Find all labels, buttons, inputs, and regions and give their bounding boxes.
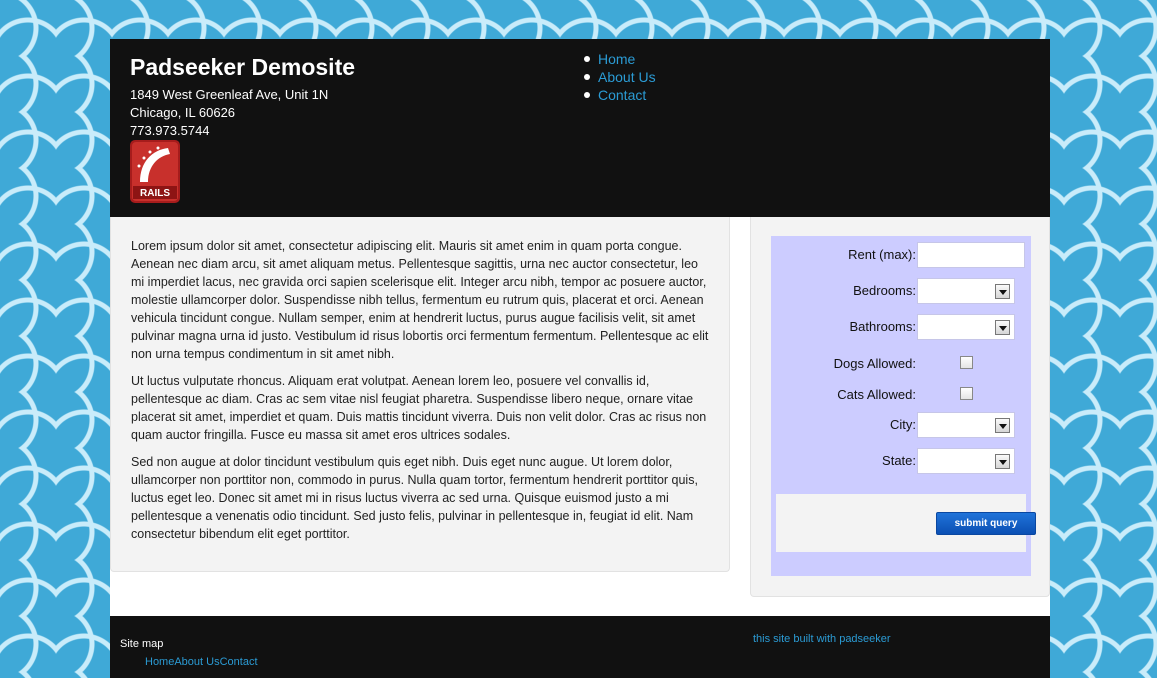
dropdown-arrow-icon [995, 320, 1010, 335]
content-paragraph: Sed non augue at dolor tincidunt vestibu… [131, 455, 698, 541]
content-paragraph: Lorem ipsum dolor sit amet, consectetur … [131, 239, 709, 361]
cats-row: Cats Allowed: [771, 386, 1031, 412]
bedrooms-label: Bedrooms: [853, 283, 916, 298]
submit-query-button[interactable]: submit query [936, 512, 1036, 535]
nav-item-contact: Contact [581, 86, 656, 104]
submit-area: submit query [776, 494, 1036, 552]
city-label: City: [890, 417, 916, 432]
rent-input[interactable] [917, 242, 1025, 268]
address-line-1: 1849 West Greenleaf Ave, Unit 1N [130, 87, 329, 102]
rails-logo-text: RAILS [140, 188, 170, 199]
address-line-2: Chicago, IL 60626 [130, 105, 236, 120]
rent-row: Rent (max): [771, 242, 1031, 268]
bathrooms-row: Bathrooms: [771, 314, 1031, 340]
phone-number: 773.973.5744 [130, 123, 210, 138]
bedrooms-select[interactable] [917, 278, 1015, 304]
sidebar: Rent (max): Bedrooms: Bathrooms: Dogs Al… [750, 217, 1050, 597]
dropdown-arrow-icon [995, 418, 1010, 433]
nav-link-about-us[interactable]: About Us [598, 69, 656, 85]
content-paragraph: Ut luctus vulputate rhoncus. Aliquam era… [131, 374, 707, 442]
city-select[interactable] [917, 412, 1015, 438]
search-form: Rent (max): Bedrooms: Bathrooms: Dogs Al… [771, 236, 1036, 576]
page-container: Padseeker Demosite 1849 West Greenleaf A… [110, 39, 1050, 678]
sitemap-title: Site map [120, 638, 164, 650]
site-header: Padseeker Demosite 1849 West Greenleaf A… [110, 39, 1050, 217]
bedrooms-row: Bedrooms: [771, 278, 1031, 304]
dropdown-arrow-icon [995, 454, 1010, 469]
footer-links: HomeAbout UsContact [145, 656, 258, 668]
site-footer: Site map HomeAbout UsContact this site b… [110, 616, 1050, 678]
state-row: State: [771, 448, 1031, 474]
cats-allowed-label: Cats Allowed: [837, 387, 916, 402]
footer-link-contact[interactable]: Contact [220, 656, 258, 668]
dogs-allowed-label: Dogs Allowed: [833, 356, 916, 371]
city-row: City: [771, 412, 1031, 438]
dropdown-arrow-icon [995, 284, 1010, 299]
state-select[interactable] [917, 448, 1015, 474]
nav-link-home[interactable]: Home [598, 51, 635, 67]
main-content: Lorem ipsum dolor sit amet, consectetur … [110, 217, 730, 572]
footer-link-home[interactable]: Home [145, 656, 174, 668]
nav-item-home: Home [581, 50, 656, 68]
nav-item-about-us: About Us [581, 68, 656, 86]
bathrooms-label: Bathrooms: [849, 319, 916, 334]
site-credit-link[interactable]: this site built with padseeker [753, 633, 891, 645]
dogs-allowed-checkbox[interactable] [960, 356, 973, 369]
dogs-row: Dogs Allowed: [771, 355, 1031, 381]
state-label: State: [882, 453, 916, 468]
main-nav: Home About Us Contact [581, 50, 656, 104]
cats-allowed-checkbox[interactable] [960, 387, 973, 400]
nav-link-contact[interactable]: Contact [598, 87, 646, 103]
rails-logo-icon: RAILS [130, 140, 180, 203]
rent-label: Rent (max): [848, 247, 916, 262]
footer-link-about-us[interactable]: About Us [174, 656, 219, 668]
bathrooms-select[interactable] [917, 314, 1015, 340]
site-title: Padseeker Demosite [130, 54, 356, 80]
